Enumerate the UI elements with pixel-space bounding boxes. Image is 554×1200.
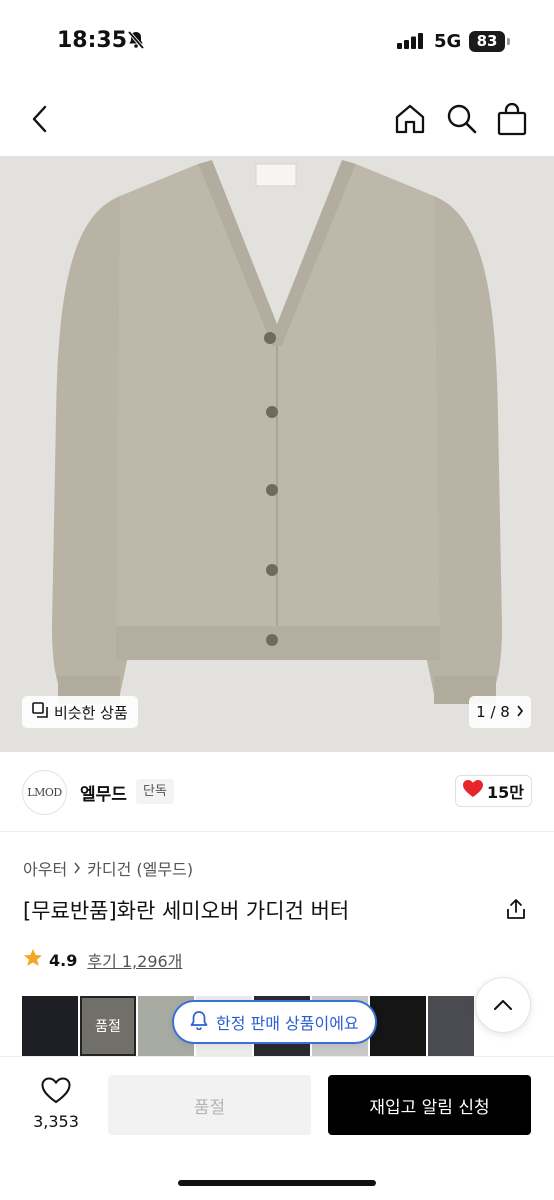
restock-alert-button[interactable]: 재입고 알림 신청 bbox=[328, 1075, 531, 1135]
gallery-page-indicator[interactable]: 1 / 8 bbox=[469, 696, 531, 728]
shopping-bag-icon[interactable] bbox=[496, 102, 528, 140]
reviews-link[interactable]: 후기 1,296개 bbox=[87, 948, 182, 972]
soldout-overlay: 품절 bbox=[80, 996, 136, 1056]
bell-slash-icon bbox=[126, 30, 146, 54]
status-time: 18:35 bbox=[57, 28, 128, 53]
brand-logo[interactable]: LMOD bbox=[22, 770, 67, 815]
product-image-gallery[interactable]: 비슷한 상품 1 / 8 bbox=[0, 156, 554, 752]
scroll-to-top-button[interactable] bbox=[475, 977, 531, 1033]
breadcrumb-item[interactable]: 카디건 (엘무드) bbox=[87, 856, 193, 880]
brand-row: LMOD 엘무드 단독 15만 bbox=[0, 752, 554, 832]
wishlist-count: 3,353 bbox=[33, 1112, 79, 1131]
breadcrumb-item[interactable]: 아우터 bbox=[23, 856, 67, 880]
network-type: 5G bbox=[434, 31, 462, 52]
status-bar: 18:35 5G 83 bbox=[0, 0, 554, 80]
exclusive-badge: 단독 bbox=[136, 779, 174, 804]
variant-thumbnail[interactable] bbox=[370, 996, 426, 1056]
bell-icon bbox=[190, 1010, 208, 1034]
soldout-button[interactable]: 품절 bbox=[108, 1075, 311, 1135]
breadcrumb-chevron-icon bbox=[73, 859, 81, 878]
share-icon[interactable] bbox=[505, 898, 527, 924]
bottom-action-bar: 3,353 품절 재입고 알림 신청 bbox=[0, 1056, 554, 1200]
copy-icon bbox=[32, 702, 48, 722]
page-indicator-text: 1 / 8 bbox=[476, 703, 510, 721]
battery-tip bbox=[507, 38, 510, 45]
limited-sale-text: 한정 판매 상품이에요 bbox=[216, 1014, 359, 1033]
chevron-up-icon bbox=[493, 996, 513, 1015]
product-title: [무료반품]화란 세미오버 가디건 버터 bbox=[23, 899, 350, 923]
variant-thumbnail-selected[interactable]: 품절 bbox=[80, 996, 136, 1056]
battery-icon: 83 bbox=[469, 31, 505, 52]
variant-thumbnail[interactable] bbox=[22, 996, 78, 1056]
rating-score: 4.9 bbox=[49, 950, 78, 970]
heart-filled-icon bbox=[463, 780, 483, 802]
cardigan-image bbox=[0, 156, 554, 752]
chevron-right-icon bbox=[516, 703, 524, 721]
wishlist-button[interactable]: 3,353 bbox=[24, 1077, 88, 1131]
search-icon[interactable] bbox=[445, 102, 479, 140]
brand-name[interactable]: 엘무드 bbox=[80, 780, 127, 805]
signal-icon bbox=[397, 33, 425, 53]
similar-items-label: 비슷한 상품 bbox=[54, 703, 128, 722]
variant-thumbnail[interactable] bbox=[428, 996, 474, 1056]
similar-items-button[interactable]: 비슷한 상품 bbox=[22, 696, 138, 728]
brand-like-button[interactable]: 15만 bbox=[455, 775, 532, 807]
back-chevron-icon[interactable] bbox=[28, 102, 52, 140]
heart-outline-icon bbox=[41, 1077, 71, 1108]
home-icon[interactable] bbox=[393, 102, 427, 140]
star-icon bbox=[23, 948, 43, 972]
limited-sale-badge[interactable]: 한정 판매 상품이에요 bbox=[172, 1000, 377, 1044]
breadcrumb: 아우터 카디건 (엘무드) bbox=[23, 856, 193, 880]
product-rating: 4.9 후기 1,296개 bbox=[23, 948, 182, 972]
top-nav bbox=[0, 80, 554, 156]
home-indicator bbox=[178, 1180, 376, 1186]
brand-like-count: 15만 bbox=[487, 783, 524, 802]
